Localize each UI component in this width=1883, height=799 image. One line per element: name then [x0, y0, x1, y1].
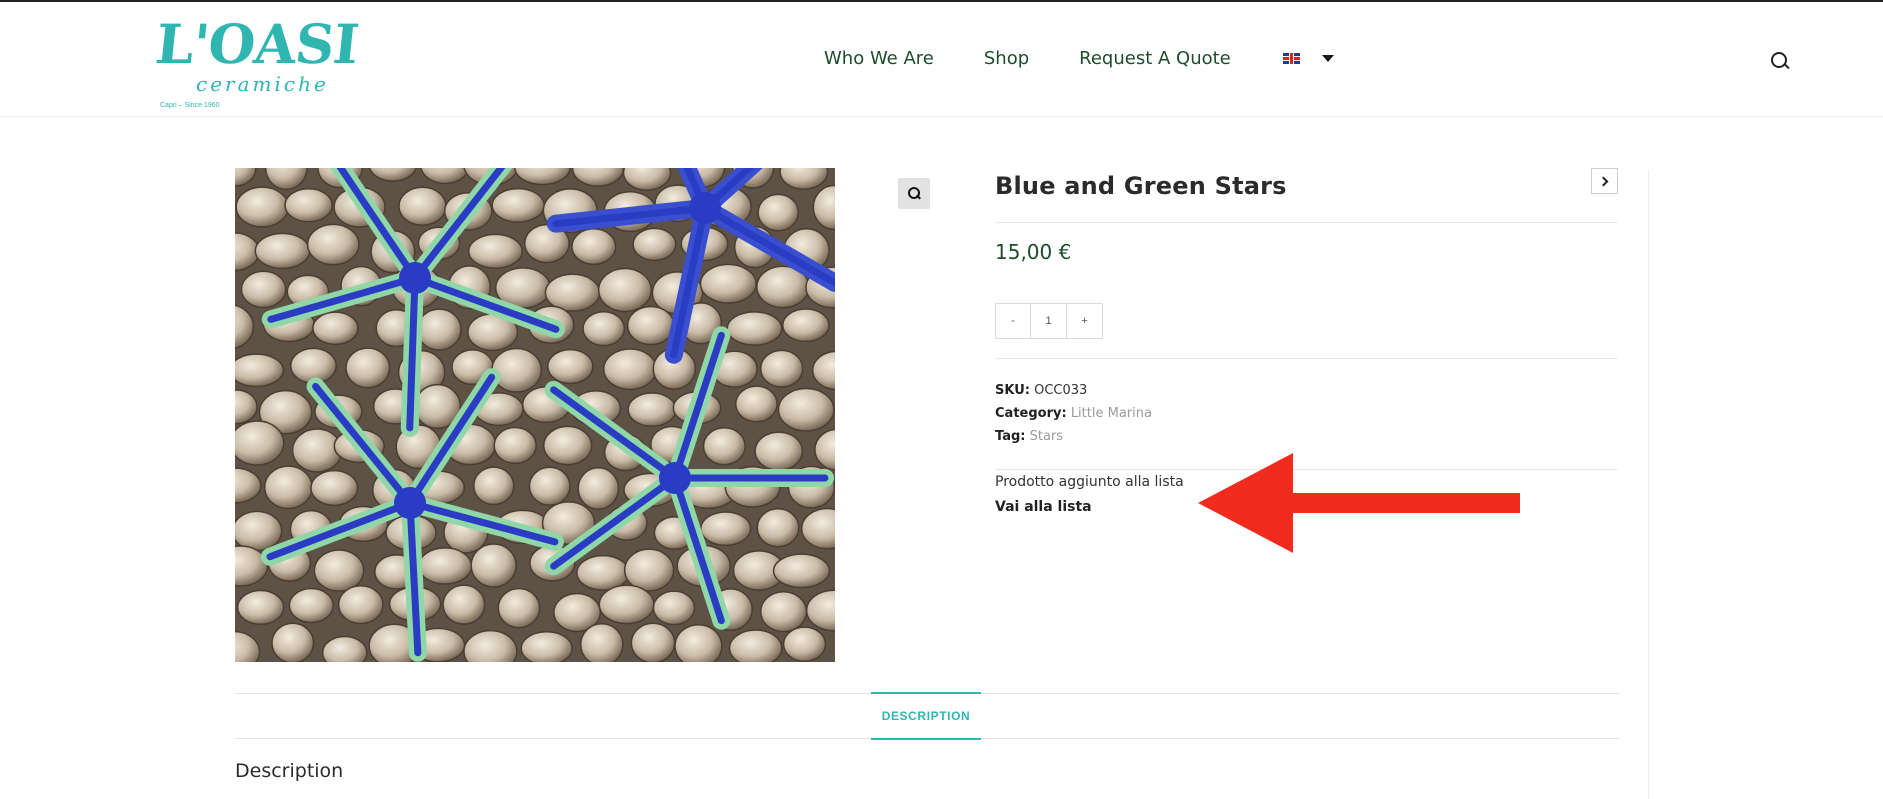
sku-value: OCC033	[1034, 383, 1088, 398]
sku-label: SKU:	[995, 383, 1030, 398]
quantity-stepper: - 1 +	[995, 303, 1103, 339]
red-arrow-annotation	[1198, 453, 1520, 553]
uk-flag-icon	[1282, 53, 1300, 64]
nav-shop[interactable]: Shop	[984, 48, 1029, 69]
quantity-input[interactable]: 1	[1031, 303, 1066, 339]
quantity-plus-button[interactable]: +	[1066, 303, 1103, 339]
magnifier-icon	[907, 187, 921, 200]
sidebar-divider	[1648, 170, 1649, 799]
product-sku: SKU: OCC033	[995, 383, 1087, 398]
divider	[995, 222, 1618, 223]
chevron-down-icon	[1321, 55, 1334, 62]
category-label: Category:	[995, 406, 1067, 421]
chevron-right-icon	[1598, 176, 1608, 186]
nav-who-we-are[interactable]: Who We Are	[824, 48, 934, 69]
category-link[interactable]: Little Marina	[1071, 406, 1152, 421]
wishlist-added-message: Prodotto aggiunto alla lista	[995, 474, 1184, 490]
tag-label: Tag:	[995, 429, 1026, 444]
nav-request-quote[interactable]: Request A Quote	[1079, 48, 1231, 69]
next-product-button[interactable]	[1591, 168, 1618, 194]
tab-description[interactable]: DESCRIPTION	[871, 692, 981, 740]
product-title: Blue and Green Stars	[995, 172, 1287, 200]
product-category: Category: Little Marina	[995, 406, 1152, 421]
language-switcher[interactable]	[1282, 53, 1334, 64]
quantity-minus-button[interactable]: -	[995, 303, 1031, 339]
product-price: 15,00 €	[995, 240, 1072, 264]
site-logo[interactable]: L'OASI ceramiche Capri – Since 1960	[153, 10, 361, 114]
logo-tagline: Capri – Since 1960	[160, 102, 220, 109]
product-image[interactable]	[235, 168, 835, 662]
tag-link[interactable]: Stars	[1030, 429, 1063, 444]
zoom-button[interactable]	[898, 178, 930, 209]
wishlist-link[interactable]: Vai alla lista	[995, 499, 1092, 515]
site-header: L'OASI ceramiche Capri – Since 1960 Who …	[0, 2, 1883, 117]
main-nav: Who We Are Shop Request A Quote	[824, 48, 1334, 69]
logo-main-text: L'OASI	[152, 12, 362, 76]
divider	[995, 358, 1618, 359]
product-tag: Tag: Stars	[995, 429, 1063, 444]
search-icon[interactable]	[1771, 52, 1789, 70]
description-heading: Description	[235, 760, 344, 782]
logo-sub-text: ceramiche	[196, 72, 329, 96]
